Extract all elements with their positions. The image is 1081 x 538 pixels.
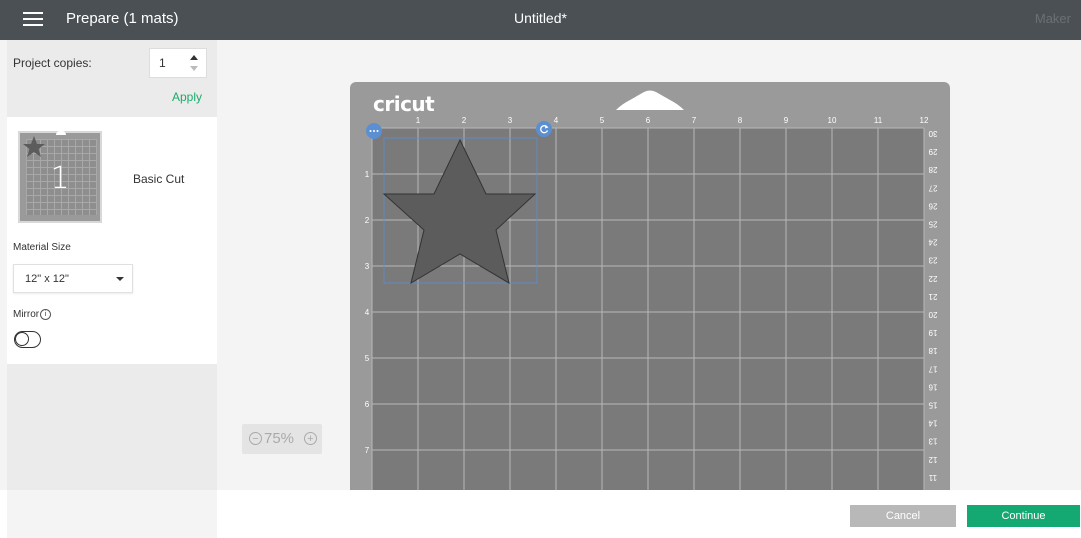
top-ruler-label: 12 bbox=[920, 116, 929, 125]
material-size-label: Material Size bbox=[13, 242, 71, 253]
left-ruler-label: 2 bbox=[365, 216, 370, 225]
zoom-in-icon[interactable]: + bbox=[304, 432, 317, 445]
info-icon[interactable]: i bbox=[40, 309, 52, 320]
right-ruler-label: 12 bbox=[928, 455, 937, 464]
mat-grid-svg: 1 2 3 4 5 6 7 8 9 10 11 12 1234567 3029282726252423… bbox=[365, 116, 937, 490]
zoom-out-icon[interactable]: − bbox=[249, 432, 262, 445]
right-ruler-label: 29 bbox=[928, 147, 937, 156]
top-ruler-label: 7 bbox=[692, 116, 697, 125]
mat-thumb-notch bbox=[56, 131, 66, 135]
right-ruler-label: 15 bbox=[928, 401, 937, 410]
top-ruler-label: 10 bbox=[828, 116, 837, 125]
edit-options-icon[interactable] bbox=[366, 123, 382, 139]
continue-button[interactable]: Continue bbox=[967, 505, 1080, 527]
right-ruler-label: 26 bbox=[928, 201, 937, 210]
top-ruler-label: 6 bbox=[646, 116, 651, 125]
right-ruler-label: 28 bbox=[928, 165, 937, 174]
mat-thumbnail[interactable]: 1 bbox=[18, 131, 102, 223]
top-ruler-label: 1 bbox=[416, 116, 421, 125]
mat-number: 1 bbox=[50, 161, 70, 196]
right-ruler-label: 23 bbox=[928, 256, 937, 265]
zoom-level: 75% bbox=[264, 430, 295, 447]
top-ruler: 1 2 3 4 5 6 7 8 9 10 11 12 bbox=[416, 116, 929, 125]
canvas-area[interactable]: cricut 1 2 3 4 5 6 7 8 9 10 11 12 1234567 30 29 28 27 2… bbox=[217, 40, 1081, 490]
chevron-down-icon bbox=[116, 277, 124, 281]
top-bar: Prepare (1 mats) Untitled* Maker bbox=[0, 0, 1081, 40]
material-size-value: 12" x 12" bbox=[25, 273, 69, 285]
project-copies-panel: Project copies: 1 Apply bbox=[7, 40, 217, 117]
machine-name[interactable]: Maker bbox=[1035, 11, 1071, 26]
sidebar: Project copies: 1 Apply 1 Basic Cut Mate… bbox=[7, 40, 217, 490]
right-ruler-label: 14 bbox=[928, 419, 937, 428]
top-ruler-label: 5 bbox=[600, 116, 605, 125]
right-ruler-label: 25 bbox=[928, 220, 937, 229]
left-ruler-label: 4 bbox=[365, 308, 370, 317]
apply-button[interactable]: Apply bbox=[172, 90, 202, 104]
left-ruler-label: 7 bbox=[365, 446, 370, 455]
mirror-toggle-knob bbox=[15, 332, 29, 346]
right-ruler-label: 13 bbox=[928, 437, 937, 446]
left-ruler-label: 1 bbox=[365, 170, 370, 179]
top-ruler-label: 4 bbox=[554, 116, 559, 125]
material-size-select[interactable]: 12" x 12" bbox=[13, 264, 133, 293]
mirror-label: Mirror i bbox=[13, 309, 52, 321]
increment-icon[interactable] bbox=[190, 55, 198, 60]
top-ruler-label: 8 bbox=[738, 116, 743, 125]
right-ruler-label: 27 bbox=[928, 183, 937, 192]
project-copies-value[interactable]: 1 bbox=[159, 56, 166, 70]
right-ruler-label: 16 bbox=[928, 382, 937, 391]
right-ruler: 30 29 28 27 26 25 24 23 22 21 20 19 18 17 16 15 14 13 12 11 bbox=[928, 129, 937, 482]
right-ruler-label: 11 bbox=[928, 473, 937, 482]
bottom-left-area bbox=[7, 490, 217, 538]
mirror-toggle[interactable] bbox=[14, 331, 41, 348]
star-thumbnail-icon bbox=[23, 136, 45, 157]
project-copies-label: Project copies: bbox=[13, 56, 92, 70]
right-ruler-label: 30 bbox=[928, 129, 937, 138]
zoom-control: − 75% + bbox=[242, 424, 322, 454]
bottom-bar: Cancel Continue bbox=[0, 490, 1081, 538]
right-ruler-label: 21 bbox=[928, 292, 937, 301]
right-ruler-label: 18 bbox=[928, 346, 937, 355]
mat-name: Basic Cut bbox=[133, 172, 185, 186]
right-ruler-label: 17 bbox=[928, 364, 937, 373]
right-ruler-label: 19 bbox=[928, 328, 937, 337]
rotate-icon[interactable] bbox=[536, 121, 552, 137]
cancel-button[interactable]: Cancel bbox=[850, 505, 956, 527]
top-ruler-label: 3 bbox=[508, 116, 513, 125]
left-ruler-label: 3 bbox=[365, 262, 370, 271]
top-ruler-label: 11 bbox=[874, 116, 883, 125]
cutting-mat: cricut 1 2 3 4 5 6 7 8 9 10 11 12 1234567 30 29 28 27 2… bbox=[350, 82, 950, 490]
right-ruler-label: 22 bbox=[928, 274, 937, 283]
sidebar-empty-area bbox=[7, 364, 217, 490]
mirror-label-text: Mirror bbox=[13, 309, 40, 321]
decrement-icon[interactable] bbox=[190, 66, 198, 71]
right-ruler-label: 20 bbox=[928, 310, 937, 319]
top-ruler-label: 9 bbox=[784, 116, 789, 125]
right-ruler-label: 24 bbox=[928, 238, 937, 247]
left-ruler-label: 5 bbox=[365, 354, 370, 363]
project-copies-stepper[interactable]: 1 bbox=[149, 48, 207, 78]
top-ruler-label: 2 bbox=[462, 116, 467, 125]
left-ruler-label: 6 bbox=[365, 400, 370, 409]
document-title: Untitled* bbox=[514, 10, 567, 26]
left-ruler: 1 2 3 4 5 6 7 bbox=[365, 170, 370, 455]
